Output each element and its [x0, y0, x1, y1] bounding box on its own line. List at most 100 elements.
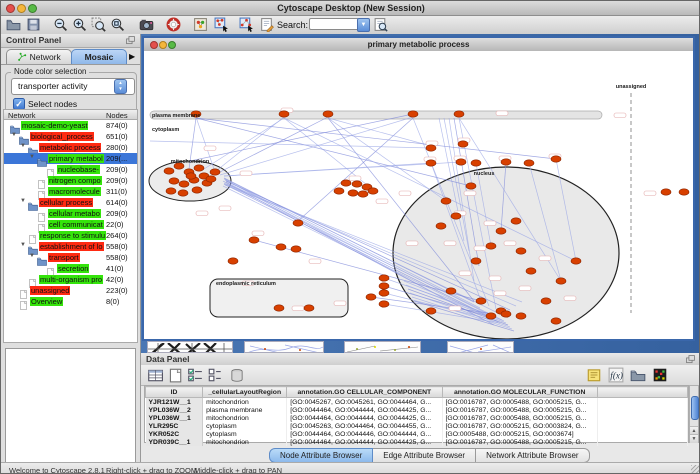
- attribute-table[interactable]: ID_cellularLayoutRegionannotation.GO CEL…: [144, 385, 689, 443]
- tree-row-multi-organism-pro[interactable]: multi-organism pro42(0): [4, 274, 137, 285]
- graph-node[interactable]: [358, 191, 368, 197]
- delete-attribute-button[interactable]: [229, 367, 245, 383]
- network-view-window[interactable]: primary metabolic process plasma membran…: [142, 36, 695, 341]
- tree-row-cell-communicat[interactable]: cell communicat22(0): [4, 219, 137, 230]
- tab-node-attribute-browser[interactable]: Node Attribute Browser: [269, 448, 373, 463]
- tree-row-cellular-metabo[interactable]: cellular metabo209(0): [4, 208, 137, 219]
- graph-node[interactable]: [471, 258, 481, 264]
- graph-node[interactable]: [166, 188, 176, 194]
- tab-network[interactable]: Network: [6, 49, 72, 64]
- graph-node[interactable]: [426, 308, 436, 314]
- graph-node[interactable]: [206, 176, 216, 182]
- graph-node[interactable]: [516, 313, 526, 319]
- expand-arrow-icon[interactable]: ▼: [20, 198, 26, 204]
- tree-row-establishment-of-lo[interactable]: ▼establishment of lo558(0): [4, 241, 137, 252]
- cell[interactable]: YDR039C__1: [146, 438, 203, 446]
- graph-node[interactable]: [516, 248, 526, 254]
- graph-node[interactable]: [210, 169, 220, 175]
- graph-node[interactable]: [276, 244, 286, 250]
- graph-node[interactable]: [436, 223, 446, 229]
- graph-node[interactable]: [426, 145, 436, 151]
- graph-node[interactable]: [456, 159, 466, 165]
- graph-node[interactable]: [476, 298, 486, 304]
- tab-network-attribute-browser[interactable]: Network Attribute Browser: [476, 448, 589, 463]
- zoom-fit-button[interactable]: [110, 17, 125, 32]
- select-stepper-icon[interactable]: ▲▼: [114, 79, 127, 94]
- graph-node[interactable]: [279, 111, 289, 117]
- graph-node[interactable]: [304, 305, 314, 311]
- expand-arrow-icon[interactable]: ▼: [29, 154, 35, 160]
- expand-arrow-icon[interactable]: ▼: [29, 253, 35, 259]
- unselect-attributes-button[interactable]: [207, 367, 223, 383]
- graph-node[interactable]: [323, 111, 333, 117]
- graph-node[interactable]: [368, 188, 378, 194]
- tree-row-biological-process[interactable]: ▼biological_process651(0): [4, 131, 137, 142]
- graph-node[interactable]: [164, 168, 174, 174]
- cell[interactable]: cytoplasm: [203, 430, 287, 438]
- zoom-out-button[interactable]: [53, 17, 68, 32]
- table-scrollbar[interactable]: ▲ ▼: [689, 385, 699, 443]
- graph-node[interactable]: [379, 275, 389, 281]
- graph-node[interactable]: [379, 301, 389, 307]
- birdseye-view-panel[interactable]: [5, 348, 136, 474]
- graph-node[interactable]: [454, 111, 464, 117]
- tree-row-response-to-stimulu[interactable]: response to stimulu264(0): [4, 230, 137, 241]
- tree-row-mosaic-demo-yeast[interactable]: mosaic-demo-yeast874(0): [4, 120, 137, 131]
- network-overlay-button[interactable]: [214, 17, 229, 32]
- column-header[interactable]: annotation.GO MOLECULAR_FUNCTION: [442, 387, 597, 398]
- help-button[interactable]: [166, 17, 181, 32]
- attribute-table-button[interactable]: [147, 367, 163, 383]
- graph-node[interactable]: [228, 258, 238, 264]
- expand-arrow-icon[interactable]: ▼: [20, 143, 26, 149]
- graph-node[interactable]: [169, 178, 179, 184]
- cell[interactable]: YPL036W__1: [146, 414, 203, 422]
- vizmapper-button[interactable]: [193, 17, 208, 32]
- graph-node[interactable]: [496, 228, 506, 234]
- cell[interactable]: [GO:0044464, GO:0044444, GO:0044425, G..…: [287, 438, 442, 446]
- background-network-window[interactable]: [147, 341, 233, 353]
- graph-node[interactable]: [511, 218, 521, 224]
- graph-node[interactable]: [366, 294, 376, 300]
- search-dropdown-button[interactable]: ▼: [357, 18, 370, 32]
- graph-node[interactable]: [348, 190, 358, 196]
- graph-node[interactable]: [249, 237, 259, 243]
- graph-node[interactable]: [274, 305, 284, 311]
- network-overlay-alt-button[interactable]: [239, 17, 254, 32]
- cell[interactable]: plasma membrane: [203, 406, 287, 414]
- column-header[interactable]: ID: [146, 387, 203, 398]
- graph-node[interactable]: [178, 190, 188, 196]
- table-row[interactable]: YKR052Ccytoplasm[GO:0044464, GO:0044446,…: [146, 430, 688, 438]
- background-network-window[interactable]: [447, 341, 514, 353]
- cell[interactable]: YJR121W__1: [146, 398, 203, 407]
- matrix-button[interactable]: [652, 367, 668, 383]
- graph-node[interactable]: [186, 173, 196, 179]
- graph-node[interactable]: [451, 213, 461, 219]
- search-go-button[interactable]: [373, 17, 388, 32]
- graph-node[interactable]: [458, 141, 468, 147]
- tree-row-primary-metabol[interactable]: ▼primary metabol209(...: [4, 153, 137, 164]
- tree-row-overview[interactable]: Overview8(0): [4, 296, 137, 307]
- scrollbar-thumb[interactable]: [691, 396, 699, 420]
- resize-grip[interactable]: [691, 465, 699, 473]
- cell[interactable]: [GO:0016787, GO:0005488, GO:0005215, G..…: [442, 438, 597, 446]
- network-window-titlebar[interactable]: primary metabolic process: [144, 38, 693, 52]
- annotation-button[interactable]: [259, 17, 274, 32]
- table-row[interactable]: YJR121W__1mitochondrion[GO:0045267, GO:0…: [146, 398, 688, 407]
- graph-node[interactable]: [352, 181, 362, 187]
- graph-node[interactable]: [341, 180, 351, 186]
- graph-node[interactable]: [291, 246, 301, 252]
- zoom-in-button[interactable]: [72, 17, 87, 32]
- tree-row-cellular-process[interactable]: ▼cellular process614(0): [4, 197, 137, 208]
- tree-row-nucleobase-[interactable]: nucleobase-209(0): [4, 164, 137, 175]
- tree-row-metabolic-process[interactable]: ▼metabolic process280(0): [4, 142, 137, 153]
- snapshot-button[interactable]: [139, 17, 154, 32]
- cell[interactable]: cytoplasm: [203, 422, 287, 430]
- cell[interactable]: [GO:0045267, GO:0045261, GO:0044464, G..…: [287, 398, 442, 407]
- save-button[interactable]: [26, 17, 41, 32]
- cell[interactable]: YLR295C: [146, 422, 203, 430]
- cell[interactable]: YPL036W__2: [146, 406, 203, 414]
- cell[interactable]: [GO:0016787, GO:0005488, GO:0005215, G..…: [442, 414, 597, 422]
- formula-button[interactable]: f(x): [608, 367, 624, 383]
- expand-arrow-icon[interactable]: ▼: [11, 132, 17, 138]
- graph-node[interactable]: [194, 165, 204, 171]
